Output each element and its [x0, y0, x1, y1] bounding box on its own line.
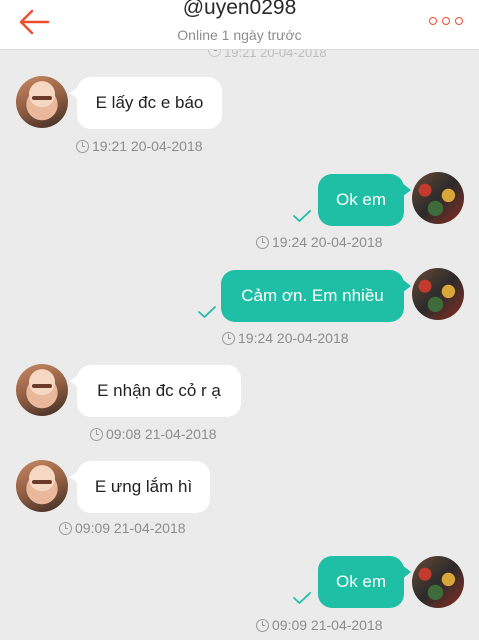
message-text: E ưng lắm hì: [94, 477, 193, 496]
clock-icon: [222, 331, 235, 345]
clock-icon: [59, 521, 72, 535]
message-timestamp: 09:09 21-04-2018: [256, 617, 383, 633]
message-text: E nhận đc cỏ r ạ: [97, 381, 221, 400]
message-text: E lấy đc e báo: [95, 93, 204, 112]
message-bubble[interactable]: Cảm ơn. Em nhiều: [221, 270, 411, 322]
message-text: Cảm ơn. Em nhiều: [241, 286, 384, 305]
contact-avatar[interactable]: [16, 460, 68, 512]
clock-icon: [90, 427, 103, 441]
message-timestamp: 09:08 21-04-2018: [90, 426, 217, 442]
contact-avatar[interactable]: [16, 364, 68, 416]
message-text: Ok em: [335, 190, 387, 209]
clock-icon: [256, 618, 269, 632]
more-dots-icon: [442, 17, 450, 25]
message-bubble[interactable]: E lấy đc e báo: [70, 77, 222, 129]
clock-icon: [76, 139, 89, 153]
message-bubble[interactable]: Ok em: [318, 556, 411, 608]
message-timestamp: 19:24 20-04-2018: [222, 330, 349, 346]
message-timestamp: 09:09 21-04-2018: [59, 520, 186, 536]
more-options-button[interactable]: [429, 13, 463, 29]
my-avatar[interactable]: [412, 556, 464, 608]
message-timestamp: 19:24 20-04-2018: [256, 234, 383, 250]
sent-check-icon: [293, 210, 311, 222]
sent-check-icon: [293, 592, 311, 604]
my-avatar[interactable]: [412, 268, 464, 320]
my-avatar[interactable]: [412, 172, 464, 224]
chat-title: @uyen0298: [182, 0, 297, 19]
chat-header: @uyen0298 Online 1 ngày trước: [0, 0, 479, 50]
more-dots-icon: [455, 17, 463, 25]
contact-avatar[interactable]: [16, 76, 68, 128]
clock-icon: [256, 235, 269, 249]
message-timestamp: 19:21 20-04-2018: [76, 138, 203, 154]
online-status: Online 1 ngày trước: [177, 27, 302, 43]
message-text: Ok em: [335, 572, 387, 591]
message-bubble[interactable]: Ok em: [318, 174, 411, 226]
message-bubble[interactable]: E nhận đc cỏ r ạ: [70, 365, 241, 417]
message-bubble[interactable]: E ưng lắm hì: [70, 461, 210, 513]
sent-check-icon: [198, 306, 216, 318]
more-dots-icon: [429, 17, 437, 25]
